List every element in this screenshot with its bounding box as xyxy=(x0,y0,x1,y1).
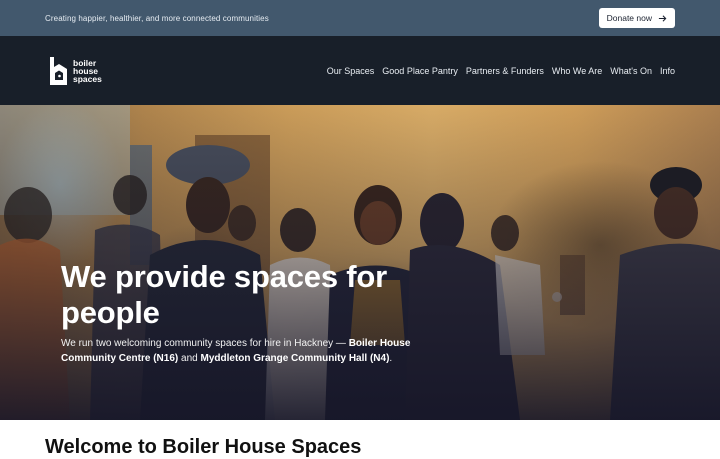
nav-item-partners-funders[interactable]: Partners & Funders xyxy=(466,66,544,76)
donate-button[interactable]: Donate now xyxy=(598,8,675,28)
top-announcement-bar: Creating happier, healthier, and more co… xyxy=(0,0,720,36)
site-logo[interactable]: boiler house spaces xyxy=(48,56,102,86)
hero-content: We provide spaces for people We run two … xyxy=(61,259,461,366)
welcome-heading: Welcome to Boiler House Spaces xyxy=(45,436,362,458)
primary-nav: Our Spaces Good Place Pantry Partners & … xyxy=(327,66,675,76)
nav-item-who-we-are[interactable]: Who We Are xyxy=(552,66,602,76)
logo-wordmark: boiler house spaces xyxy=(73,58,102,84)
arrow-right-icon xyxy=(658,14,667,22)
nav-item-good-place-pantry[interactable]: Good Place Pantry xyxy=(382,66,458,76)
nav-item-our-spaces[interactable]: Our Spaces xyxy=(327,66,375,76)
venue-myddleton-grange: Myddleton Grange Community Hall (N4) xyxy=(200,352,390,364)
donate-label: Donate now xyxy=(606,13,652,23)
hero-text-and: and xyxy=(178,352,201,364)
main-navigation-bar: boiler house spaces Our Spaces Good Plac… xyxy=(0,36,720,105)
hero-text-end: . xyxy=(389,352,393,364)
hero-title: We provide spaces for people xyxy=(61,259,388,330)
logo-line-3: spaces xyxy=(73,73,102,84)
hero-text-intro: We run two welcoming community spaces fo… xyxy=(61,338,349,349)
house-logo-icon xyxy=(50,56,67,85)
nav-item-info[interactable]: Info xyxy=(660,66,675,76)
hero-description: We run two welcoming community spaces fo… xyxy=(61,337,461,366)
nav-item-whats-on[interactable]: What's On xyxy=(610,66,652,76)
tagline: Creating happier, healthier, and more co… xyxy=(45,13,269,23)
hero-section: We provide spaces for people We run two … xyxy=(0,105,720,420)
